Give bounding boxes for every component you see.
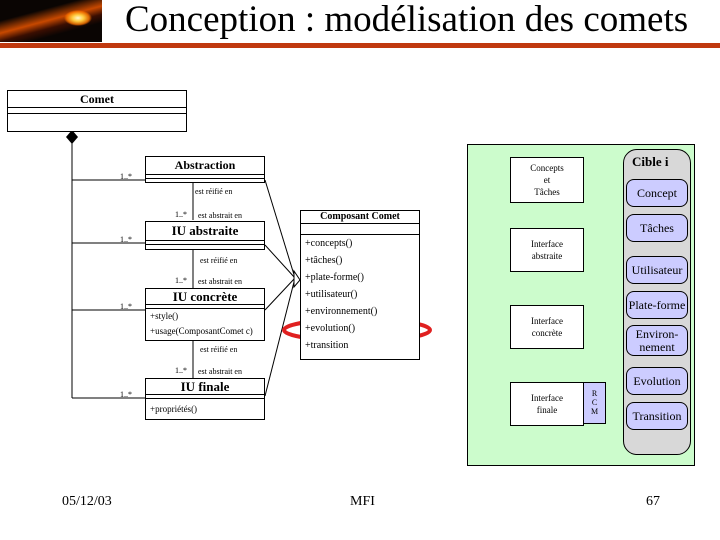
uml-class-abstraction: Abstraction bbox=[145, 156, 265, 183]
multiplicity-label: 1..* bbox=[175, 210, 187, 219]
multiplicity-label: 1..* bbox=[175, 276, 187, 285]
target-item-utilisateur: Utilisateur bbox=[626, 256, 688, 284]
level-label: abstraite bbox=[531, 251, 563, 261]
operation-utilisateur: +utilisateur() bbox=[305, 289, 358, 300]
multiplicity-label: 1..* bbox=[175, 366, 187, 375]
level-label: Interface bbox=[531, 316, 563, 326]
class-attributes bbox=[146, 175, 264, 179]
generalization-abstraction bbox=[264, 179, 296, 279]
class-name: IU concrète bbox=[146, 289, 264, 305]
class-name: IU abstraite bbox=[146, 222, 264, 241]
level-interface-concrete: Interface concrète bbox=[510, 305, 584, 349]
rcm-box: R C M bbox=[583, 382, 606, 424]
rcm-label: M bbox=[590, 407, 599, 416]
level-label: finale bbox=[536, 405, 558, 415]
generalization-iu-finale bbox=[264, 277, 296, 397]
level-label: Concepts bbox=[530, 163, 564, 173]
level-interface-finale: Interface finale bbox=[510, 382, 584, 426]
composition-diamond bbox=[66, 130, 78, 144]
class-operation: +usage(ComposantComet c) bbox=[150, 326, 253, 336]
level-interface-abstraite: Interface abstraite bbox=[510, 228, 584, 272]
abstraction-label: est abstrait en bbox=[198, 277, 242, 286]
multiplicity-label: 1..* bbox=[120, 235, 132, 244]
level-label: Tâches bbox=[534, 187, 560, 197]
rcm-label: R bbox=[591, 389, 598, 398]
abstraction-label: est abstrait en bbox=[198, 367, 242, 376]
class-name: IU finale bbox=[146, 379, 264, 395]
footer-date: 05/12/03 bbox=[62, 494, 112, 509]
operation-transition: +transition bbox=[305, 340, 349, 351]
level-label: Interface bbox=[531, 393, 563, 403]
class-name: Composant Comet bbox=[301, 211, 419, 224]
reification-label: est réifié en bbox=[200, 256, 238, 265]
class-attributes bbox=[146, 241, 264, 245]
operation-plate-forme: +plate-forme() bbox=[305, 272, 364, 283]
target-item-transition: Transition bbox=[626, 402, 688, 430]
class-operation: +style() bbox=[150, 311, 179, 321]
class-operation: +propriétés() bbox=[150, 404, 198, 414]
uml-class-iu-finale: IU finale +propriétés() bbox=[145, 378, 265, 420]
uml-class-comet: Comet bbox=[7, 90, 187, 132]
class-attributes bbox=[301, 224, 419, 235]
operation-taches: +tâches() bbox=[305, 255, 343, 266]
class-attributes bbox=[8, 108, 186, 114]
target-item-plate-forme: Plate-forme bbox=[626, 291, 688, 319]
footer-center: MFI bbox=[350, 494, 375, 509]
target-item-environnement: Environ- nement bbox=[626, 325, 688, 356]
operation-concepts: +concepts() bbox=[305, 238, 353, 249]
level-label: Interface bbox=[531, 239, 563, 249]
reification-label: est réifié en bbox=[195, 187, 233, 196]
target-item-evolution: Evolution bbox=[626, 367, 688, 395]
target-item-concept: Concept bbox=[626, 179, 688, 207]
level-concepts-taches: Concepts et Tâches bbox=[510, 157, 584, 203]
operation-environnement: +environnement() bbox=[305, 306, 378, 317]
class-name: Abstraction bbox=[146, 157, 264, 175]
multiplicity-label: 1..* bbox=[120, 390, 132, 399]
rcm-label: C bbox=[591, 398, 598, 407]
page-number: 67 bbox=[646, 494, 660, 509]
target-title: Cible i bbox=[632, 154, 669, 169]
operation-evolution: +evolution() bbox=[305, 323, 356, 334]
abstraction-label: est abstrait en bbox=[198, 211, 242, 220]
target-item-taches: Tâches bbox=[626, 214, 688, 242]
class-name: Comet bbox=[8, 91, 186, 108]
multiplicity-label: 1..* bbox=[120, 172, 132, 181]
uml-class-iu-abstraite: IU abstraite bbox=[145, 221, 265, 250]
generalization-iu-abstraite bbox=[264, 244, 296, 279]
level-label: et bbox=[543, 175, 551, 185]
uml-class-iu-concrete: IU concrète +style() +usage(ComposantCom… bbox=[145, 288, 265, 341]
level-label: concrète bbox=[531, 328, 563, 338]
multiplicity-label: 1..* bbox=[120, 302, 132, 311]
reification-label: est réifié en bbox=[200, 345, 238, 354]
uml-class-composant-comet: Composant Comet +concepts() +tâches() +p… bbox=[300, 210, 420, 360]
